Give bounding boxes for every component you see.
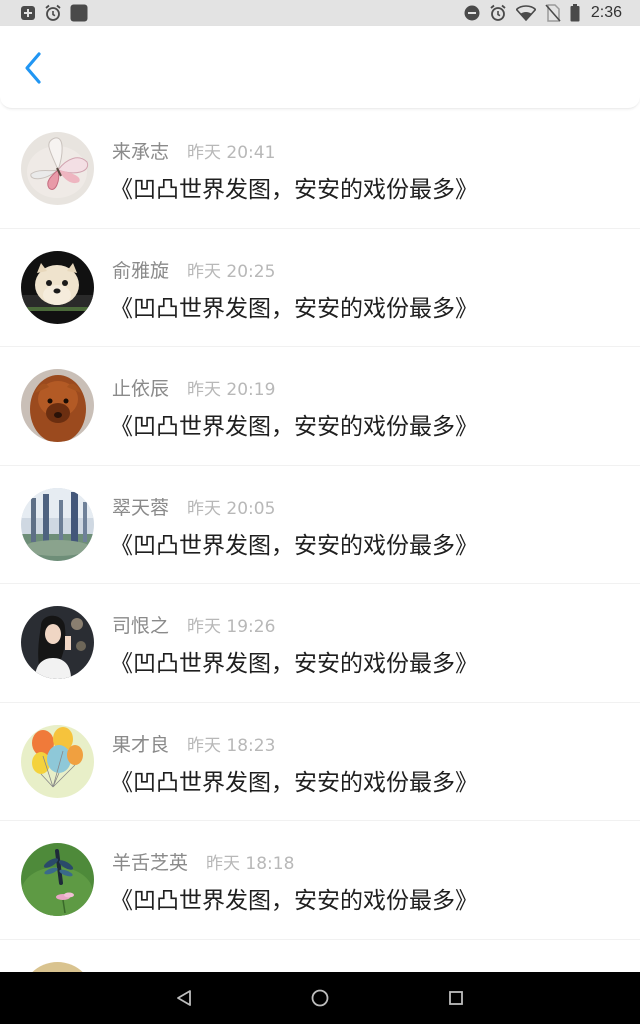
- navigation-bar: [0, 972, 640, 1024]
- message-text: 《凹凸世界发图，安安的戏份最多》: [110, 769, 478, 796]
- list-item[interactable]: 翠天蓉 昨天 20:05 《凹凸世界发图，安安的戏份最多》: [0, 466, 640, 584]
- list-item[interactable]: 止依辰 昨天 20:19 《凹凸世界发图，安安的戏份最多》: [0, 347, 640, 466]
- message-time: 昨天 20:41: [187, 143, 276, 163]
- status-left-icons: [0, 0, 88, 26]
- sender-name: 果才良: [112, 733, 170, 756]
- top-header: [0, 26, 640, 109]
- list-item[interactable]: 司恨之 昨天 19:26 《凹凸世界发图，安安的戏份最多》: [0, 584, 640, 703]
- message-text: 《凹凸世界发图，安安的戏份最多》: [110, 532, 478, 559]
- app-square-icon: [70, 4, 88, 22]
- message-time: 昨天 18:23: [187, 735, 276, 756]
- nav-recents-icon: [448, 990, 464, 1006]
- chevron-left-icon: [22, 51, 46, 85]
- list-item[interactable]: [0, 940, 640, 972]
- message-text: 《凹凸世界发图，安安的戏份最多》: [110, 651, 478, 677]
- message-text: 《凹凸世界发图，安安的戏份最多》: [110, 177, 478, 203]
- message-meta: 翠天蓉 昨天 20:05: [112, 493, 275, 519]
- message-meta: 俞雅旋 昨天 20:25: [112, 256, 275, 282]
- dog-avatar[interactable]: [21, 250, 94, 324]
- message-meta: 果才良 昨天 18:23: [112, 730, 275, 756]
- message-list[interactable]: 来承志 昨天 20:41 《凹凸世界发图，安安的戏份最多》 俞雅旋 昨天 20:…: [0, 110, 640, 972]
- status-time: 2:36: [590, 4, 622, 21]
- message-time: 昨天 20:05: [187, 498, 276, 519]
- message-meta: 止依辰 昨天 20:19: [112, 374, 275, 400]
- nav-home-button[interactable]: [308, 986, 332, 1010]
- message-text: 《凹凸世界发图，安安的戏份最多》: [110, 414, 478, 440]
- message-meta: 羊舌芝英 昨天 18:18: [112, 848, 294, 874]
- sender-name: 翠天蓉: [112, 496, 170, 519]
- alarm-icon: [44, 4, 62, 22]
- woman-avatar[interactable]: [21, 606, 94, 679]
- nav-home-icon: [310, 988, 330, 1008]
- list-item[interactable]: 俞雅旋 昨天 20:25 《凹凸世界发图，安安的戏份最多》: [0, 229, 640, 347]
- alpaca-avatar[interactable]: [21, 369, 94, 442]
- message-time: 昨天 19:26: [187, 617, 276, 637]
- partial-avatar[interactable]: [21, 961, 94, 972]
- no-sim-icon: [545, 4, 561, 22]
- list-item[interactable]: 来承志 昨天 20:41 《凹凸世界发图，安安的戏份最多》: [0, 110, 640, 229]
- status-right-icons: 2:36: [464, 0, 640, 26]
- list-item[interactable]: 羊舌芝英 昨天 18:18 《凹凸世界发图，安安的戏份最多》: [0, 821, 640, 940]
- message-time: 昨天 20:25: [187, 261, 276, 282]
- sender-name: 司恨之: [112, 615, 170, 637]
- do-not-disturb-icon: [464, 5, 480, 21]
- message-time: 昨天 20:19: [187, 380, 276, 400]
- nav-back-button[interactable]: [172, 986, 196, 1010]
- add-box-icon: [20, 5, 36, 21]
- balloons-avatar[interactable]: [21, 724, 94, 798]
- sender-name: 俞雅旋: [112, 259, 170, 282]
- screen: 2:36 来承志 昨天 20:41 《凹凸世界发图，安安的戏份最多》 俞雅旋 昨…: [0, 0, 640, 1024]
- battery-icon: [570, 4, 580, 22]
- sender-name: 止依辰: [112, 378, 170, 400]
- butterfly-avatar[interactable]: [21, 132, 94, 205]
- alarm-icon: [489, 4, 507, 22]
- message-time: 昨天 18:18: [206, 854, 295, 874]
- nav-recents-button[interactable]: [444, 986, 468, 1010]
- forest-avatar[interactable]: [21, 487, 94, 561]
- back-button[interactable]: [14, 48, 54, 88]
- message-text: 《凹凸世界发图，安安的戏份最多》: [110, 888, 478, 914]
- sender-name: 来承志: [112, 141, 170, 163]
- sender-name: 羊舌芝英: [112, 852, 189, 874]
- status-bar: 2:36: [0, 0, 640, 26]
- list-item[interactable]: 果才良 昨天 18:23 《凹凸世界发图，安安的戏份最多》: [0, 703, 640, 821]
- message-meta: 来承志 昨天 20:41: [112, 137, 275, 163]
- message-meta: 司恨之 昨天 19:26: [112, 611, 275, 637]
- dragonfly-avatar[interactable]: [21, 843, 94, 916]
- wifi-icon: [515, 5, 536, 21]
- message-text: 《凹凸世界发图，安安的戏份最多》: [110, 295, 478, 322]
- nav-back-icon: [175, 989, 193, 1007]
